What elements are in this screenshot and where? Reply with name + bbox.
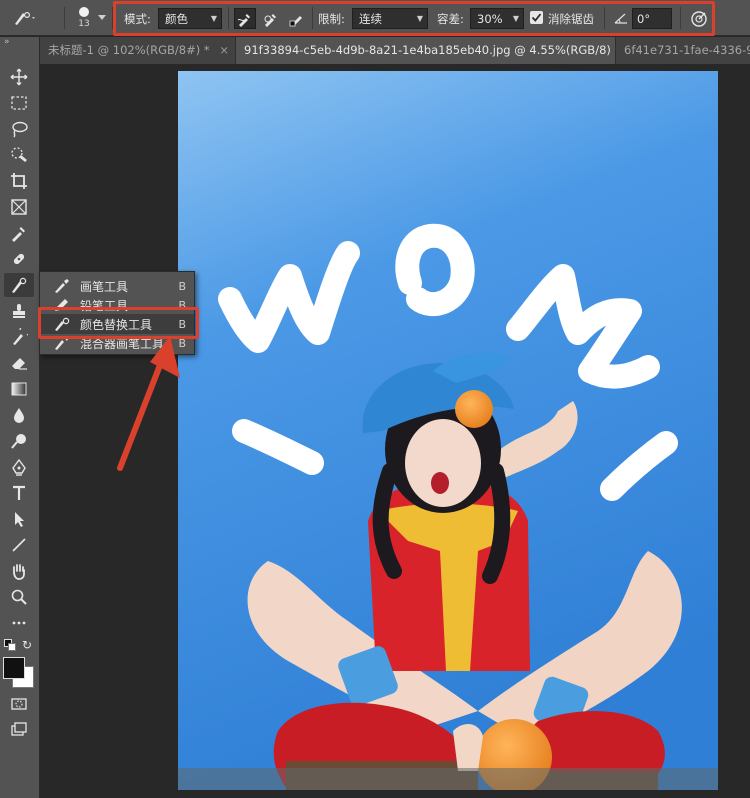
panel-collapse-icon[interactable]: » (4, 37, 10, 47)
quick-selection-icon (11, 147, 27, 162)
eyedropper-tool[interactable] (4, 221, 34, 245)
hand-tool[interactable] (4, 559, 34, 583)
move-icon (10, 68, 28, 86)
pointer-arrow-icon (15, 512, 24, 527)
frame-icon (11, 199, 27, 215)
tab-document-1[interactable]: 未标题-1 @ 102%(RGB/8#) * × (40, 37, 236, 64)
more-dots-icon (12, 621, 26, 625)
tab-document-3[interactable]: 6f41e731-1fae-4336-9643 (616, 37, 750, 64)
quick-mask-icon (11, 698, 27, 710)
rectangular-marquee-tool[interactable] (4, 91, 34, 115)
spot-healing-tool[interactable] (4, 247, 34, 271)
lasso-tool[interactable] (4, 117, 34, 141)
flyout-item-brush-tool[interactable]: 画笔工具 B (40, 276, 194, 296)
tool-preset-picker[interactable] (10, 8, 40, 28)
type-tool[interactable] (4, 481, 34, 505)
flyout-item-shortcut: B (178, 279, 186, 293)
water-drop-icon (14, 408, 24, 423)
document-tabs: 未标题-1 @ 102%(RGB/8#) * × 91f33894-c5eb-4… (40, 37, 750, 64)
pen-tool[interactable] (4, 455, 34, 479)
color-replacement-brush-icon (15, 11, 35, 25)
marquee-icon (11, 96, 27, 110)
swap-colors-icon[interactable]: ↻ (22, 638, 32, 652)
healing-bandage-icon (13, 253, 25, 265)
magnifier-icon (11, 589, 27, 605)
default-colors-icon[interactable] (4, 639, 16, 651)
options-bar: 13 模式: 颜色 ▼ 限制: 连续 ▼ 容差: 30% ▼ 消除锯齿 0° (0, 0, 750, 36)
tab-document-2[interactable]: 91f33894-c5eb-4d9b-8a21-1e4ba185eb40.jpg… (236, 37, 616, 64)
brush-size-value: 13 (78, 19, 90, 29)
annotation-arrow-icon (117, 336, 180, 471)
gradient-tool[interactable] (4, 377, 34, 401)
lasso-icon (12, 121, 28, 138)
photo-girl-orange-wow (178, 71, 718, 790)
edit-toolbar-button[interactable] (4, 611, 34, 635)
line-icon (12, 538, 26, 552)
clone-stamp-tool[interactable] (4, 299, 34, 323)
brush-icon (55, 279, 69, 293)
brush-size-picker[interactable]: 13 (72, 4, 96, 32)
quick-selection-tool[interactable] (4, 143, 34, 167)
brush-tip-icon (79, 7, 89, 17)
zoom-tool[interactable] (4, 585, 34, 609)
crop-icon (11, 173, 27, 189)
tab-label: 6f41e731-1fae-4336-9643 (624, 43, 750, 57)
line-tool[interactable] (4, 533, 34, 557)
screen-mode-icon (11, 722, 27, 736)
stamp-icon (13, 304, 25, 318)
color-replacement-brush-icon (12, 277, 27, 293)
blur-tool[interactable] (4, 403, 34, 427)
history-brush-icon (13, 328, 28, 345)
dodge-tool[interactable] (4, 429, 34, 453)
chevron-down-icon[interactable] (97, 12, 107, 24)
highlight-box-options (113, 1, 715, 36)
type-t-icon (13, 485, 25, 500)
color-replacement-tool[interactable] (4, 273, 34, 297)
foreground-color-swatch[interactable] (3, 657, 25, 679)
eraser-tool[interactable] (4, 351, 34, 375)
crop-tool[interactable] (4, 169, 34, 193)
screen-mode-button[interactable] (4, 718, 34, 742)
eraser-icon (12, 358, 27, 370)
tab-label: 未标题-1 @ 102%(RGB/8#) * (48, 43, 210, 57)
tools-panel: » ↻ (0, 37, 40, 798)
document-image[interactable] (178, 71, 718, 790)
close-icon[interactable]: × (219, 43, 229, 57)
flyout-item-label: 画笔工具 (80, 279, 129, 294)
pen-nib-icon (12, 458, 26, 476)
quick-mask-button[interactable] (4, 692, 34, 716)
history-brush-tool[interactable] (4, 325, 34, 349)
frame-tool[interactable] (4, 195, 34, 219)
eyedropper-icon (12, 227, 25, 242)
gradient-icon (11, 382, 27, 396)
move-tool[interactable] (4, 65, 34, 89)
tab-label: 91f33894-c5eb-4d9b-8a21-1e4ba185eb40.jpg… (244, 43, 616, 57)
path-selection-tool[interactable] (4, 507, 34, 531)
dodge-icon (11, 434, 26, 449)
hand-icon (13, 564, 25, 580)
